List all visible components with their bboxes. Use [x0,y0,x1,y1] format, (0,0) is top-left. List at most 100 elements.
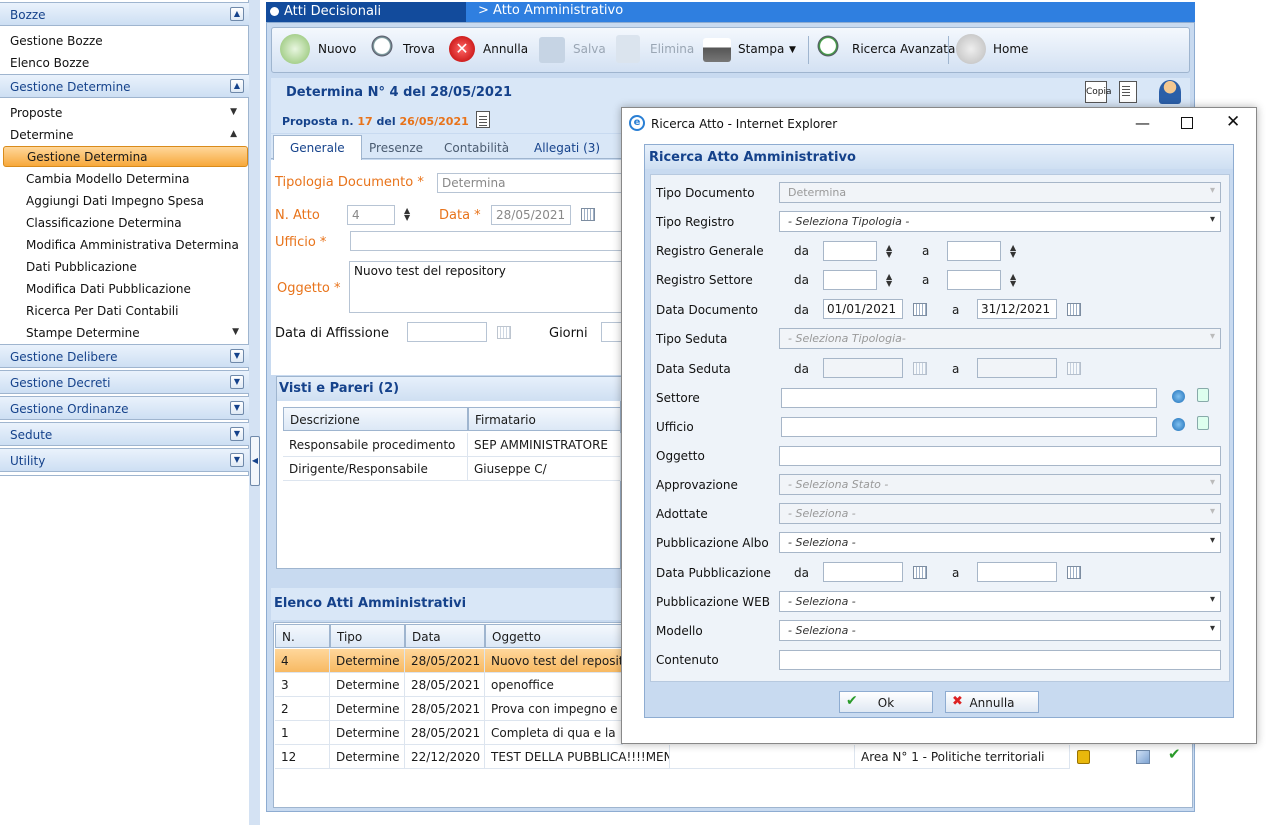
trash-icon[interactable] [1197,388,1209,402]
section-sedute[interactable]: Sedute ▼ [0,422,249,446]
search-icon[interactable] [1172,390,1185,403]
sidebar-group-determine[interactable]: Determine ▲ [10,128,245,142]
home-icon[interactable] [956,34,986,64]
table-cell[interactable]: 28/05/2021 [405,649,485,673]
data-field[interactable]: 28/05/2021 [491,205,571,225]
home-button[interactable]: Home [993,42,1028,56]
sidebar-item-classificazione[interactable]: Classificazione Determina [26,216,182,230]
nuovo-button[interactable]: Nuovo [318,42,356,56]
sidebar-item-ricerca-dati-contabili[interactable]: Ricerca Per Dati Contabili [26,304,178,318]
sidebar-item-impegno-spesa[interactable]: Aggiungi Dati Impegno Spesa [26,194,204,208]
cancel-icon[interactable]: ✕ [449,36,475,62]
annulla-button[interactable]: ✖ Annulla [945,691,1039,713]
chevron-down-icon[interactable]: ▼ [789,45,796,55]
ok-button[interactable]: ✔ Ok [839,691,933,713]
maximize-icon[interactable] [1181,117,1193,129]
table-cell[interactable]: Determine [330,697,405,721]
tab-presenze[interactable]: Presenze [369,141,423,155]
table-cell[interactable]: Responsabile procedimento [283,433,468,457]
table-cell[interactable]: Determine [330,649,405,673]
collapse-icon[interactable]: ▲ [230,7,244,21]
tab-allegati[interactable]: Allegati (3) [534,141,600,155]
splitter[interactable] [249,0,260,825]
table-cell[interactable]: 28/05/2021 [405,673,485,697]
expand-icon[interactable]: ▼ [230,401,244,415]
natto-spinner[interactable]: ▲ ▼ [404,207,410,222]
spinner[interactable]: ▲ ▼ [886,273,892,288]
sidebar-item-modifica-dati-pubblicazione[interactable]: Modifica Dati Pubblicazione [26,282,191,296]
pubblicazione-albo-select[interactable]: - Seleziona - [779,532,1221,553]
table-cell[interactable]: Completa di qua e la [485,721,623,745]
table-cell[interactable]: openoffice [485,673,623,697]
data-documento-da-input[interactable]: 01/01/2021 [823,299,903,319]
sidebar-item-gestione-determina[interactable]: Gestione Determina [3,146,248,167]
document-icon[interactable] [476,111,490,128]
table-cell[interactable]: 4 [275,649,330,673]
table-cell[interactable] [670,745,855,769]
spinner[interactable]: ▲ ▼ [1010,273,1016,288]
column-header[interactable]: N. [275,624,330,648]
section-gestione-ordinanze[interactable]: Gestione Ordinanze ▼ [0,396,249,420]
table-cell[interactable]: Prova con impegno e alt [485,697,623,721]
registro-settore-da-input[interactable] [823,270,877,290]
sidebar-item-stampe-determine[interactable]: Stampe Determine ▼ [26,326,245,340]
calendar-icon[interactable] [1067,303,1081,316]
section-utility[interactable]: Utility ▼ [0,448,249,472]
column-header[interactable]: Descrizione [283,407,468,431]
table-cell[interactable]: Dirigente/Responsabile [283,457,468,481]
column-header[interactable]: Data [405,624,485,648]
table-cell[interactable]: Area N° 1 - Politiche territoriali [855,745,1070,769]
expand-icon[interactable]: ▼ [230,453,244,467]
sidebar-item-gestione-bozze[interactable]: Gestione Bozze [10,34,103,48]
table-cell[interactable]: 3 [275,673,330,697]
natto-field[interactable]: 4 [347,205,395,225]
modello-select[interactable]: - Seleziona - [779,620,1221,641]
table-cell[interactable]: 12 [275,745,330,769]
printer-icon[interactable] [703,38,731,62]
settore-input[interactable] [781,388,1157,408]
column-header[interactable]: Tipo [330,624,405,648]
column-header[interactable]: Firmatario [468,407,621,431]
sidebar-item-elenco-bozze[interactable]: Elenco Bozze [10,56,89,70]
table-cell[interactable]: TEST DELLA PUBBLICA!!!!MEN... [485,745,670,769]
table-cell[interactable]: Determine [330,721,405,745]
spinner[interactable]: ▲ ▼ [1010,244,1016,259]
table-cell[interactable]: 22/12/2020 [405,745,485,769]
ufficio-field[interactable] [350,231,623,251]
column-header[interactable]: Oggetto [485,624,623,648]
sidebar-item-cambia-modello[interactable]: Cambia Modello Determina [26,172,189,186]
table-cell[interactable]: Nuovo test del repositor [485,649,623,673]
close-icon[interactable]: ✕ [1226,112,1240,132]
ricerca-avanzata-button[interactable]: Ricerca Avanzata [852,42,955,56]
new-document-icon[interactable] [280,34,310,64]
data-pubblicazione-a-input[interactable] [977,562,1057,582]
expand-icon[interactable]: ▼ [230,427,244,441]
spinner[interactable]: ▲ ▼ [886,244,892,259]
sidebar-item-dati-pubblicazione[interactable]: Dati Pubblicazione [26,260,137,274]
search-icon[interactable] [1172,418,1185,431]
collapse-sidebar-icon[interactable]: ◀ [250,436,260,486]
table-cell[interactable]: 28/05/2021 [405,697,485,721]
calendar-icon[interactable] [913,303,927,316]
contenuto-input[interactable] [779,650,1221,670]
table-cell[interactable]: SEP AMMINISTRATORE [468,433,621,457]
table-cell[interactable]: 2 [275,697,330,721]
advanced-search-icon[interactable] [816,34,846,64]
oggetto-field[interactable]: Nuovo test del repository [349,261,623,313]
oggetto-input[interactable] [779,446,1221,466]
calendar-icon[interactable] [497,326,511,339]
tab-contabilita[interactable]: Contabilità [444,141,509,155]
data-pubblicazione-da-input[interactable] [823,562,903,582]
search-icon[interactable] [370,34,400,64]
ufficio-input[interactable] [781,417,1157,437]
collapse-icon[interactable]: ▲ [230,79,244,93]
section-gestione-determine[interactable]: Gestione Determine ▲ [0,74,249,98]
trova-button[interactable]: Trova [403,42,435,56]
section-bozze[interactable]: Bozze ▲ [0,2,249,26]
table-cell[interactable]: Determine [330,745,405,769]
expand-icon[interactable]: ▼ [230,349,244,363]
calendar-icon[interactable] [581,208,595,221]
table-cell[interactable]: Determine [330,673,405,697]
affissione-field[interactable] [407,322,487,342]
user-info-icon[interactable] [1159,80,1181,104]
